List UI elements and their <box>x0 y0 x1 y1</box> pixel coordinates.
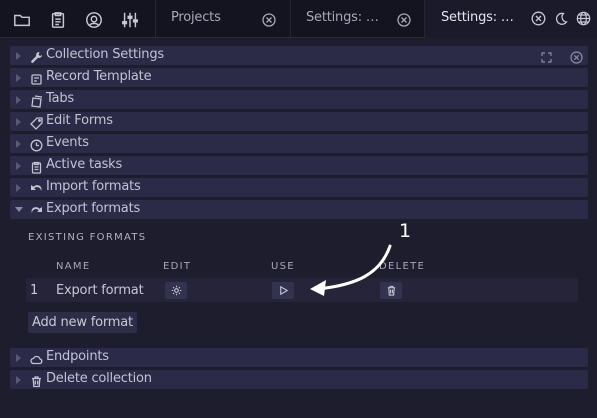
close-icon[interactable] <box>397 12 411 27</box>
section-record-template[interactable]: Record Template <box>10 68 588 87</box>
format-name: Export format <box>56 283 144 298</box>
chevron-right-icon <box>16 52 21 60</box>
section-label: Delete collection <box>46 371 152 386</box>
clipboard-icon[interactable] <box>48 10 68 30</box>
undo-icon <box>30 181 43 194</box>
formats-table-header: NAME EDIT USE DELETE <box>28 259 578 277</box>
chevron-right-icon <box>16 184 21 192</box>
section-edit-forms[interactable]: Edit Forms <box>10 112 588 131</box>
play-icon <box>279 285 288 296</box>
section-label: Export formats <box>46 201 141 216</box>
gear-icon <box>171 285 181 296</box>
column-header-delete: DELETE <box>379 261 426 272</box>
close-icon[interactable] <box>262 12 276 27</box>
globe-icon[interactable] <box>576 11 591 26</box>
tab-settings-1[interactable]: Settings: … <box>290 0 424 38</box>
redo-icon <box>30 203 43 216</box>
use-button[interactable] <box>272 282 294 299</box>
add-new-format-button[interactable]: Add new format <box>28 312 137 333</box>
top-bar: Projects Settings: … Settings: … <box>0 0 597 38</box>
column-header-edit: EDIT <box>163 261 192 272</box>
annotation-number: 1 <box>399 220 412 242</box>
sliders-icon[interactable] <box>120 10 140 30</box>
section-label: Import formats <box>46 179 141 194</box>
moon-icon[interactable] <box>554 11 569 26</box>
trash-icon <box>30 373 43 388</box>
existing-formats-header: EXISTING FORMATS <box>28 232 147 243</box>
section-label: Collection Settings <box>46 47 164 62</box>
tabs-icon <box>30 93 43 108</box>
chevron-right-icon <box>16 96 21 104</box>
tab-label: Settings: … <box>441 10 514 25</box>
row-index: 1 <box>30 283 39 298</box>
section-export-formats[interactable]: Export formats <box>10 200 588 219</box>
chevron-right-icon <box>16 354 21 362</box>
section-label: Active tasks <box>46 157 123 172</box>
close-circle-icon[interactable] <box>531 11 546 26</box>
chevron-down-icon <box>15 207 23 212</box>
section-label: Endpoints <box>46 349 109 364</box>
clock-icon <box>30 137 43 152</box>
chevron-right-icon <box>16 74 21 82</box>
trash-icon <box>387 285 395 296</box>
clipboard-icon <box>30 159 43 174</box>
section-label: Record Template <box>46 69 152 84</box>
tab-projects[interactable]: Projects <box>155 0 290 38</box>
table-row: 1 Export format <box>26 278 578 302</box>
tab-label: Settings: … <box>306 10 379 25</box>
edit-button[interactable] <box>165 282 187 299</box>
section-endpoints[interactable]: Endpoints <box>10 348 588 367</box>
column-header-use: USE <box>271 261 295 272</box>
section-active-tasks[interactable]: Active tasks <box>10 156 588 175</box>
delete-button[interactable] <box>380 282 402 299</box>
section-events[interactable]: Events <box>10 134 588 153</box>
section-delete-collection[interactable]: Delete collection <box>10 370 588 389</box>
user-circle-icon[interactable] <box>84 10 104 30</box>
section-collection-settings[interactable]: Collection Settings <box>10 46 588 65</box>
chevron-right-icon <box>16 162 21 170</box>
wrench-icon <box>30 49 43 63</box>
expand-icon[interactable] <box>540 49 553 63</box>
cloud-icon <box>30 351 43 365</box>
tab-settings-2[interactable]: Settings: … <box>424 0 597 38</box>
section-tabs[interactable]: Tabs <box>10 90 588 109</box>
chevron-right-icon <box>16 118 21 126</box>
section-label: Edit Forms <box>46 113 113 128</box>
close-icon[interactable] <box>570 49 583 64</box>
chevron-right-icon <box>16 140 21 148</box>
column-header-name: NAME <box>56 261 91 272</box>
section-import-formats[interactable]: Import formats <box>10 178 588 197</box>
tab-label: Projects <box>171 10 221 25</box>
section-label: Tabs <box>46 91 74 106</box>
tag-icon <box>30 115 43 130</box>
chevron-right-icon <box>16 376 21 384</box>
folder-icon[interactable] <box>12 10 32 30</box>
record-icon <box>30 71 43 85</box>
section-label: Events <box>46 135 89 150</box>
